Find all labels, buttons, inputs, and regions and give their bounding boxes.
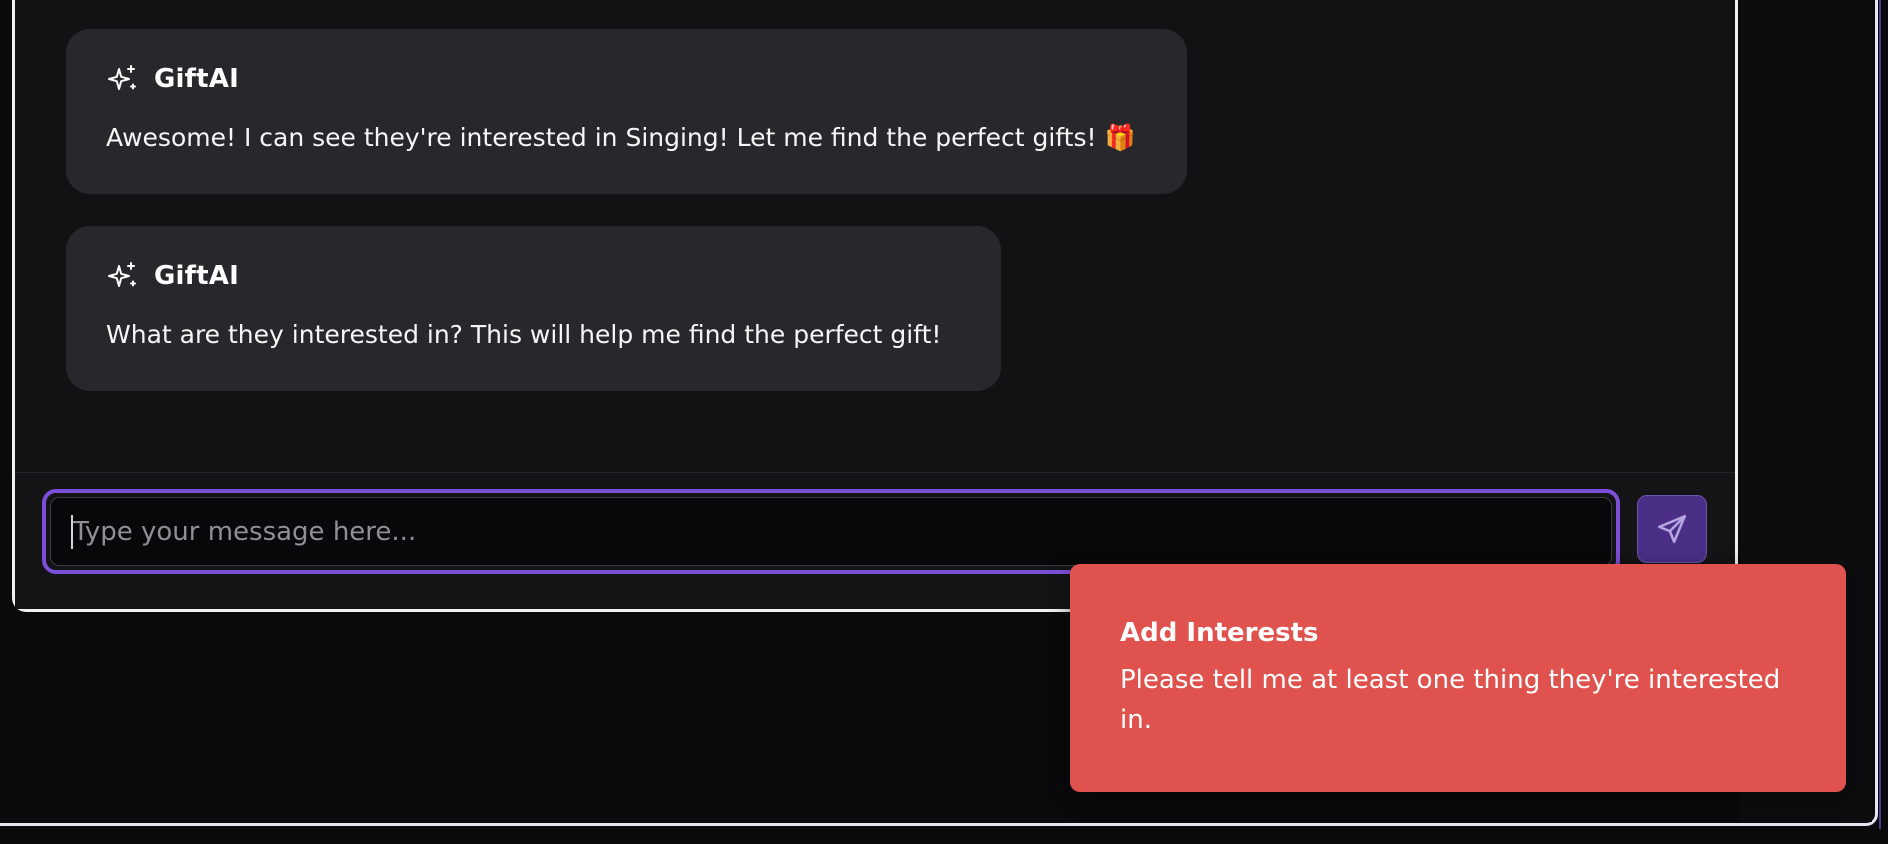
assistant-message: GiftAI Awesome! I can see they're intere… [66, 29, 1187, 194]
sender-name: GiftAI [154, 64, 239, 94]
send-button[interactable] [1637, 495, 1707, 563]
assistant-message: GiftAI What are they interested in? This… [66, 226, 1001, 391]
sparkles-icon [108, 262, 136, 287]
toast-title: Add Interests [1120, 618, 1319, 648]
toast-description: Please tell me at least one thing they'r… [1120, 665, 1781, 735]
message-input[interactable] [50, 497, 1612, 566]
message-header: GiftAI [106, 63, 239, 95]
sparkles-icon [108, 65, 136, 90]
error-toast[interactable]: Add Interests Please tell me at least on… [1070, 564, 1846, 792]
message-text: What are they interested in? This will h… [106, 320, 942, 349]
input-focus-ring [42, 489, 1620, 574]
sender-name: GiftAI [154, 261, 239, 291]
text-caret [71, 515, 73, 549]
message-header: GiftAI [106, 260, 239, 292]
message-text: Awesome! I can see they're interested in… [106, 123, 1136, 152]
send-icon [1657, 514, 1687, 544]
message-list[interactable]: GiftAI Awesome! I can see they're intere… [15, 0, 1735, 472]
chat-panel: GiftAI Awesome! I can see they're intere… [12, 0, 1738, 612]
